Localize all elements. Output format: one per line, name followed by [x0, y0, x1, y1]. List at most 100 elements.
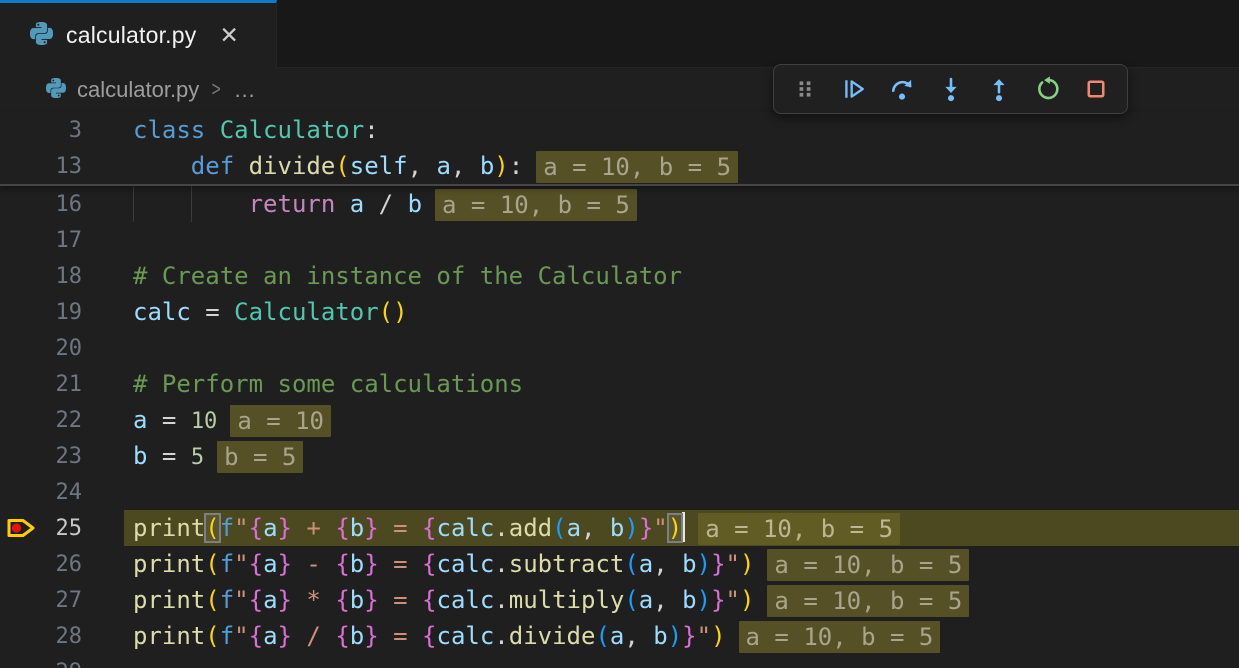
code-line-26[interactable]: 26print(f"{a} - {b} = {calc.subtract(a, …: [0, 546, 1239, 582]
gutter-line-13[interactable]: 13: [0, 148, 100, 184]
code-token: b: [133, 442, 147, 470]
line-content[interactable]: def divide(self, a, b):a = 10, b = 5: [124, 148, 1239, 184]
code-token: (: [624, 550, 638, 578]
code-token: .: [494, 622, 508, 650]
code-line-18[interactable]: 18 # Create an instance of the Calculator: [0, 258, 1239, 294]
code-token: b: [682, 550, 696, 578]
line-content[interactable]: [124, 474, 1239, 510]
line-content[interactable]: calc = Calculator(): [124, 294, 1239, 330]
code-token: a: [350, 190, 364, 218]
code-line-17[interactable]: 17: [0, 222, 1239, 258]
line-content[interactable]: print(f"{a} * {b} = {calc.multiply(a, b)…: [124, 582, 1239, 618]
code-line-13[interactable]: 13 def divide(self, a, b):a = 10, b = 5: [0, 148, 1239, 184]
code-token: a: [639, 550, 653, 578]
code-token: (: [552, 514, 566, 542]
code-token: =: [379, 550, 422, 578]
code-token: a: [639, 586, 653, 614]
line-content[interactable]: return a / ba = 10, b = 5: [124, 186, 1239, 222]
toolbar-gripper-icon[interactable]: [787, 71, 823, 107]
code-token: {: [335, 586, 349, 614]
code-line-25[interactable]: 25print(f"{a} + {b} = {calc.add(a, b)}")…: [0, 510, 1239, 546]
code-token: a: [436, 152, 450, 180]
code-line-20[interactable]: 20: [0, 330, 1239, 366]
line-content[interactable]: print(f"{a} / {b} = {calc.divide(a, b)}"…: [124, 618, 1239, 654]
code-line-27[interactable]: 27print(f"{a} * {b} = {calc.multiply(a, …: [0, 582, 1239, 618]
code-line-22[interactable]: 22 a = 10a = 10: [0, 402, 1239, 438]
indent-guide: [133, 186, 134, 222]
code-editor[interactable]: 16 return a / ba = 10, b = 51718# Create…: [0, 186, 1239, 668]
debug-step-over-icon[interactable]: [884, 71, 920, 107]
line-content[interactable]: [124, 222, 1239, 258]
debug-inline-value: a = 10, b = 5: [767, 549, 969, 581]
indent-guide: [191, 186, 192, 222]
code-token: }: [278, 514, 292, 542]
code-token: a: [567, 514, 581, 542]
line-content[interactable]: # Perform some calculations: [124, 366, 1239, 402]
code-token: .: [494, 514, 508, 542]
gutter-line-28[interactable]: 28: [0, 618, 100, 654]
code-token: # Perform some calculations: [133, 370, 523, 398]
tab-calculator-py[interactable]: calculator.py ✕: [0, 0, 277, 68]
gutter-line-3[interactable]: 3: [0, 112, 100, 148]
code-token: b: [350, 514, 364, 542]
tab-close-icon[interactable]: ✕: [219, 24, 238, 47]
gutter-line-16[interactable]: 16: [0, 186, 100, 222]
code-line-23[interactable]: 23 b = 5b = 5: [0, 438, 1239, 474]
code-token: /: [292, 622, 335, 650]
code-token: ": [234, 586, 248, 614]
code-token: (: [205, 622, 219, 650]
gutter-line-27[interactable]: 27: [0, 582, 100, 618]
code-line-19[interactable]: 19 calc = Calculator(): [0, 294, 1239, 330]
code-token: ,: [653, 550, 682, 578]
gutter-line-17[interactable]: 17: [0, 222, 100, 258]
gutter-line-18[interactable]: 18: [0, 258, 100, 294]
line-content[interactable]: [124, 330, 1239, 366]
code-token: {: [422, 586, 436, 614]
line-content[interactable]: a = 10a = 10: [124, 402, 1239, 438]
code-line-24[interactable]: 24: [0, 474, 1239, 510]
code-token: class: [133, 116, 205, 144]
debug-step-out-icon[interactable]: [981, 71, 1017, 107]
line-content[interactable]: print(f"{a} + {b} = {calc.add(a, b)}")a …: [124, 510, 1239, 546]
code-line-3[interactable]: 3 class Calculator:: [0, 112, 1239, 148]
code-token: a: [263, 550, 277, 578]
code-token: ": [726, 586, 740, 614]
breadcrumb-file[interactable]: calculator.py: [77, 77, 199, 103]
code-token: ": [234, 514, 248, 542]
gutter-line-22[interactable]: 22: [0, 402, 100, 438]
code-token: b: [610, 514, 624, 542]
gutter-line-20[interactable]: 20: [0, 330, 100, 366]
debug-inline-value: a = 10, b = 5: [767, 585, 969, 617]
code-token: b: [480, 152, 494, 180]
code-token: {: [422, 622, 436, 650]
code-token: a: [263, 586, 277, 614]
line-content[interactable]: b = 5b = 5: [124, 438, 1239, 474]
code-line-21[interactable]: 21 # Perform some calculations: [0, 366, 1239, 402]
chevron-right-icon: >: [212, 78, 221, 102]
gutter-line-25[interactable]: 25: [0, 510, 100, 546]
line-number: 27: [56, 588, 83, 613]
gutter-line-26[interactable]: 26: [0, 546, 100, 582]
gutter-line-19[interactable]: 19: [0, 294, 100, 330]
debug-continue-icon[interactable]: [836, 71, 872, 107]
debug-step-into-icon[interactable]: [933, 71, 969, 107]
code-token: print: [133, 550, 205, 578]
code-line-16[interactable]: 16 return a / ba = 10, b = 5: [0, 186, 1239, 222]
code-token: }: [364, 550, 378, 578]
line-content[interactable]: [124, 654, 1239, 668]
line-content[interactable]: class Calculator:: [124, 112, 1239, 148]
gutter-line-29[interactable]: 29: [0, 654, 100, 668]
code-token: calc: [133, 298, 191, 326]
debug-stop-icon[interactable]: [1078, 71, 1114, 107]
gutter-line-24[interactable]: 24: [0, 474, 100, 510]
line-content[interactable]: print(f"{a} - {b} = {calc.subtract(a, b)…: [124, 546, 1239, 582]
code-line-29[interactable]: 29: [0, 654, 1239, 668]
line-content[interactable]: # Create an instance of the Calculator: [124, 258, 1239, 294]
code-token: ": [697, 622, 711, 650]
breadcrumb-ellipsis[interactable]: …: [234, 77, 258, 103]
gutter-line-23[interactable]: 23: [0, 438, 100, 474]
code-line-28[interactable]: 28print(f"{a} / {b} = {calc.divide(a, b)…: [0, 618, 1239, 654]
text-cursor: [682, 512, 685, 542]
gutter-line-21[interactable]: 21: [0, 366, 100, 402]
debug-restart-icon[interactable]: [1030, 71, 1066, 107]
